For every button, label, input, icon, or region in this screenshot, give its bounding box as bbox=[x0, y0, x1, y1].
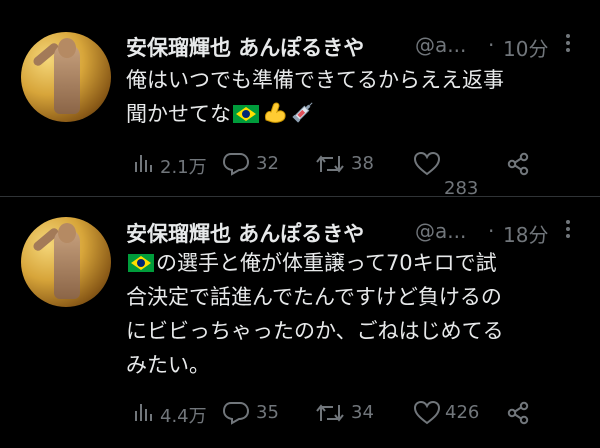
tweet-header: 安保瑠輝也 あんぽるきや @a... · 10分 bbox=[126, 28, 591, 62]
avatar-head bbox=[58, 223, 76, 243]
avatar[interactable] bbox=[21, 217, 111, 307]
reply-icon bbox=[222, 153, 250, 176]
views-icon bbox=[135, 155, 152, 172]
tweet[interactable]: 安保瑠輝也 あんぽるきや @a... · 10分 俺はいつでも準備できてるからえ… bbox=[0, 0, 600, 199]
tweet-text-line: 俺はいつでも準備できてるからええ返事 bbox=[126, 68, 504, 92]
reply-count: 35 bbox=[256, 402, 279, 423]
like-icon bbox=[413, 152, 441, 176]
tweet-time[interactable]: 10分 bbox=[503, 33, 548, 62]
time-separator: · bbox=[488, 33, 495, 57]
time-separator: · bbox=[488, 219, 495, 243]
retweet-icon bbox=[316, 404, 344, 422]
tweet-text-line: みたい。 bbox=[126, 353, 210, 377]
brazil-flag-icon bbox=[233, 105, 259, 123]
more-icon[interactable] bbox=[561, 28, 575, 58]
like-count: 426 bbox=[445, 402, 480, 423]
views-count: 2.1万 bbox=[160, 157, 207, 178]
tweet-header: 安保瑠輝也 あんぽるきや @a... · 18分 bbox=[126, 214, 591, 248]
more-icon[interactable] bbox=[561, 214, 575, 244]
author-handle[interactable]: @a... bbox=[415, 33, 466, 57]
tweet-text-line: の選手と俺が体重譲って70キロで試 bbox=[126, 246, 581, 280]
like-icon bbox=[413, 401, 441, 425]
brazil-flag-icon bbox=[128, 254, 154, 272]
reply-icon bbox=[222, 402, 250, 425]
avatar[interactable] bbox=[21, 32, 111, 122]
author-handle[interactable]: @a... bbox=[415, 219, 466, 243]
tweet-text-fragment: の選手と俺が体重譲って70キロで試 bbox=[156, 251, 497, 275]
views-count: 4.4万 bbox=[160, 406, 207, 427]
tweet[interactable]: 安保瑠輝也 あんぽるきや @a... · 18分 の選手と俺が体重譲って70キロ… bbox=[0, 197, 600, 448]
views-icon bbox=[135, 404, 152, 421]
tweet-actions: 2.1万 32 38 283 bbox=[126, 145, 586, 199]
retweet-icon bbox=[316, 155, 344, 173]
tweet-text: の選手と俺が体重譲って70キロで試 合決定で話進んでたんですけど負けるの にビビ… bbox=[126, 246, 581, 382]
author-name[interactable]: 安保瑠輝也 あんぽるきや bbox=[126, 32, 364, 62]
author-name[interactable]: 安保瑠輝也 あんぽるきや bbox=[126, 218, 364, 248]
flexed-biceps-icon bbox=[262, 100, 288, 134]
tweet-text-fragment: 聞かせてな bbox=[126, 102, 231, 126]
share-icon bbox=[507, 152, 529, 176]
tweet-text-line: 合決定で話進んでたんですけど負けるの bbox=[126, 285, 502, 309]
tweet-time[interactable]: 18分 bbox=[503, 219, 548, 248]
avatar-head bbox=[58, 38, 76, 58]
reply-count: 32 bbox=[256, 153, 279, 174]
tweet-actions: 4.4万 35 34 426 bbox=[126, 394, 586, 434]
retweet-count: 38 bbox=[351, 153, 374, 174]
share-icon bbox=[507, 401, 529, 425]
tweet-text-line: 聞かせてな bbox=[126, 97, 581, 134]
tweet-text-line: にビビっちゃったのか、ごねはじめてる bbox=[126, 319, 504, 343]
tweet-text: 俺はいつでも準備できてるからええ返事 聞かせてな bbox=[126, 63, 581, 134]
retweet-count: 34 bbox=[351, 402, 374, 423]
syringe-icon bbox=[290, 100, 316, 134]
